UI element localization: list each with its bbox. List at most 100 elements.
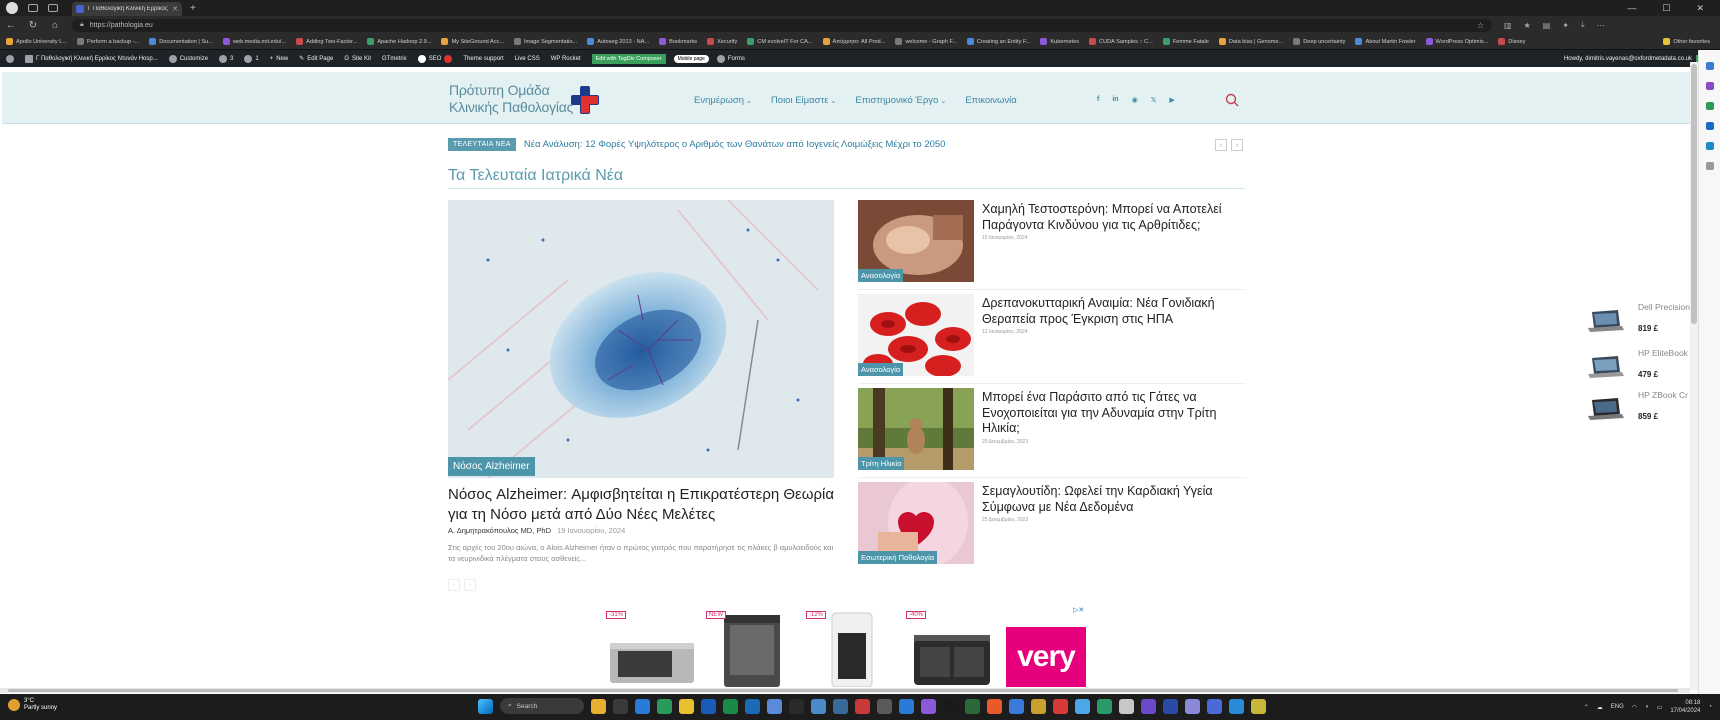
x-twitter-icon[interactable]: 𝕏	[1151, 96, 1157, 104]
clock[interactable]: 08:18 17/04/2024	[1670, 699, 1700, 715]
youtube-icon[interactable]: ▶	[1169, 96, 1174, 104]
tools-icon[interactable]	[1705, 82, 1714, 90]
browser-tab[interactable]: Γ Παθολογική Κλινική Ερρίκος Ν... ✕	[72, 2, 182, 16]
scroll-thumb[interactable]	[1691, 64, 1697, 324]
bookmark-item[interactable]: Deep uncertainty	[1293, 36, 1345, 48]
weather-widget[interactable]: 3°C Partly sunny	[8, 698, 57, 712]
app-icon[interactable]	[1163, 698, 1178, 714]
cloud-icon[interactable]: ☁	[1597, 704, 1603, 711]
app-icon[interactable]	[1229, 698, 1244, 714]
app-icon[interactable]	[1009, 698, 1024, 714]
add-sidebar-icon[interactable]	[1705, 162, 1714, 170]
home-icon[interactable]: ⌂	[44, 20, 66, 31]
notifications-icon[interactable]: ◔	[1708, 704, 1712, 710]
maximize-icon[interactable]: ☐	[1662, 3, 1670, 14]
github-icon[interactable]	[943, 698, 958, 714]
pager-prev-icon[interactable]: ‹	[448, 579, 460, 591]
close-window-icon[interactable]: ✕	[1696, 3, 1704, 14]
bookmark-item[interactable]: About Martin Fowler	[1355, 36, 1416, 48]
profile-icon[interactable]	[6, 2, 18, 14]
wp-gtmetrix[interactable]: GTmetrix	[382, 56, 407, 62]
start-icon[interactable]	[478, 698, 493, 714]
bookmark-item[interactable]: welcome - Graph F...	[895, 36, 957, 48]
outlook-icon[interactable]	[701, 698, 716, 714]
vertical-scrollbar[interactable]	[1690, 62, 1698, 690]
hero-title[interactable]: Νόσος Alzheimer: Αμφισβητείται η Επικρατ…	[448, 485, 834, 525]
tray-chevron-icon[interactable]: ⌃	[1584, 704, 1589, 711]
split-screen-icon[interactable]: ▥	[1504, 21, 1512, 30]
app-icon[interactable]	[1097, 698, 1112, 714]
wp-edit-page[interactable]: ✎ Edit Page	[299, 55, 333, 63]
new-tab-icon[interactable]: +	[190, 3, 196, 14]
notepad-icon[interactable]	[877, 698, 892, 714]
language-indicator[interactable]: ENG	[1611, 704, 1624, 710]
task-view-icon[interactable]	[613, 698, 628, 714]
app-icon[interactable]	[1251, 698, 1266, 714]
bookmark-item[interactable]: Disney	[1498, 36, 1525, 48]
wp-updates[interactable]: 3	[219, 54, 233, 63]
teams-icon[interactable]	[811, 698, 826, 714]
downloads-icon[interactable]: ⤓	[1581, 20, 1585, 30]
bookmark-item[interactable]: WordPress Optimis...	[1425, 36, 1488, 48]
bookmark-item[interactable]: Creating an Entity F...	[966, 36, 1030, 48]
linkedin-icon[interactable]: in	[1112, 96, 1118, 104]
word-icon[interactable]	[745, 698, 760, 714]
article-title[interactable]: Μπορεί ένα Παράσιτο από τις Γάτες να Ενο…	[982, 390, 1246, 437]
article-card[interactable]: Εσωτερική Παθολογία Σεμαγλουτίδη: Ωφελεί…	[858, 482, 1246, 564]
nav-item-contact[interactable]: Επικοινωνία	[965, 95, 1017, 106]
wp-customize[interactable]: Customize	[168, 54, 208, 63]
wp-logo-menu[interactable]	[6, 54, 14, 63]
outlook-icon[interactable]	[1705, 122, 1714, 130]
lock-icon[interactable]: 🔒︎	[80, 21, 84, 29]
app-icon[interactable]	[1053, 698, 1068, 714]
search-icon[interactable]	[1225, 93, 1239, 107]
article-card[interactable]: Ανασολογία Χαμηλή Τεστοστερόνη: Μπορεί ν…	[858, 200, 1246, 282]
collections-icon[interactable]: ▤	[1543, 21, 1551, 30]
reload-icon[interactable]: ↻	[22, 20, 44, 31]
ticker-headline[interactable]: Νέα Ανάλυση: 12 Φορές Υψηλότερος ο Αριθμ…	[524, 139, 946, 150]
pager-next-icon[interactable]: ›	[464, 579, 476, 591]
taskbar-search[interactable]: ⌕ Search	[500, 698, 584, 714]
rss-icon[interactable]: ◉	[1132, 96, 1138, 104]
ad-product[interactable]: -40%	[904, 609, 1000, 687]
wp-account-menu[interactable]: Howdy, dimitris.vayenas@oxfordmetadata.c…	[1564, 54, 1704, 63]
facebook-icon[interactable]: f	[1097, 96, 1099, 104]
bookmark-item[interactable]: CM evolveIT For CA...	[747, 36, 813, 48]
bookmark-item[interactable]: Documentation | Su...	[149, 36, 213, 48]
ad-product[interactable]: -31%	[604, 609, 700, 687]
bookmark-item[interactable]: Adding Two-Factor...	[296, 36, 357, 48]
bookmark-item[interactable]: Autoseg 2013 - NA...	[587, 36, 649, 48]
article-card[interactable]: Ανασολογία Δρεπανοκυτταρική Αναιμία: Νέα…	[858, 294, 1246, 376]
edge-icon[interactable]	[635, 698, 650, 714]
settings-menu-icon[interactable]: ⋯	[1597, 21, 1605, 30]
nav-item-news[interactable]: Ενημέρωση ⌄	[694, 95, 752, 106]
wp-live-css[interactable]: Live CSS	[515, 56, 540, 62]
excel-icon[interactable]	[723, 698, 738, 714]
bookmark-item[interactable]: Image Segmentatio...	[513, 36, 577, 48]
pycharm-icon[interactable]	[965, 698, 980, 714]
copilot-icon[interactable]	[1705, 62, 1714, 70]
bookmark-item[interactable]: Απόρρητο: All Prod...	[822, 36, 885, 48]
tagdiv-composer-button[interactable]: Edit with TagDiv Composer	[591, 53, 666, 64]
article-title[interactable]: Χαμηλή Τεστοστερόνη: Μπορεί να Αποτελεί …	[982, 202, 1246, 233]
app-icon[interactable]	[1185, 698, 1200, 714]
bookmark-item[interactable]: My SiteGround Acc...	[441, 36, 504, 48]
battery-icon[interactable]: ▭	[1657, 704, 1663, 711]
address-bar[interactable]: 🔒︎ https://pathologia.eu ☆	[72, 18, 1492, 32]
wp-site-name[interactable]: Γ Παθολογική Κλινική Ερρίκος Ντυνάν Hosp…	[25, 54, 158, 63]
article-category-tag[interactable]: Εσωτερική Παθολογία	[858, 551, 938, 564]
vscode-icon[interactable]	[899, 698, 914, 714]
favorites-icon[interactable]: ★	[1524, 21, 1531, 30]
mail-icon[interactable]	[767, 698, 782, 714]
bookmark-item[interactable]: CUDA Samples :: C...	[1089, 36, 1153, 48]
mobile-page-button[interactable]: Mobile page	[673, 54, 709, 63]
send-icon[interactable]	[1705, 142, 1714, 150]
widgets-icon[interactable]	[591, 698, 606, 714]
wp-seo[interactable]: SEO	[417, 54, 453, 63]
article-category-tag[interactable]: Τρίτη Ηλικία	[858, 457, 905, 470]
scroll-thumb[interactable]	[8, 689, 1678, 692]
app-icon[interactable]	[1141, 698, 1156, 714]
photos-icon[interactable]	[833, 698, 848, 714]
bookmark-item[interactable]: Apache Hadoop 2.9...	[367, 36, 431, 48]
workspaces-icon[interactable]	[28, 4, 38, 12]
